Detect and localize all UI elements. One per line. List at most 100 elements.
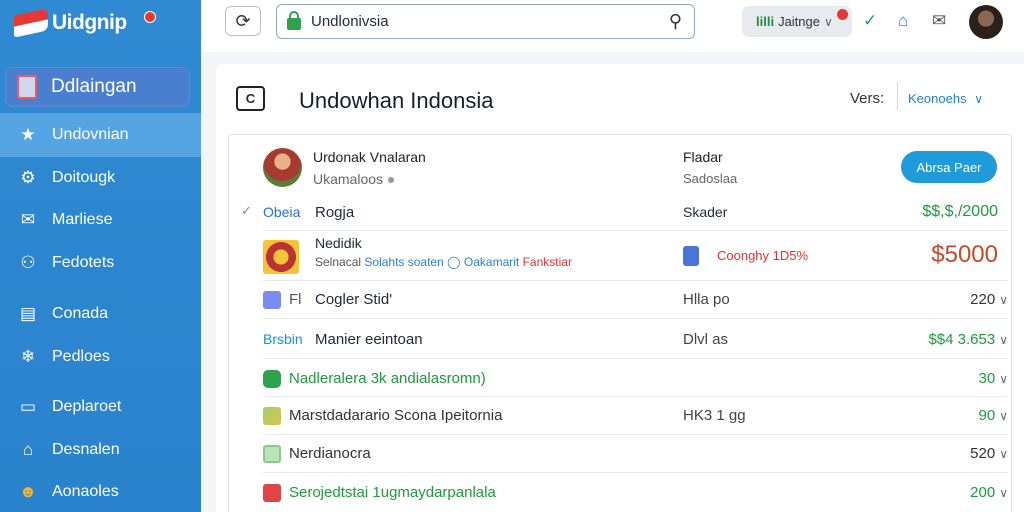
row-title: Nedidik xyxy=(315,235,362,251)
table-row[interactable]: Brsbin Manier eeintoan Dlvl as $$4 3.653… xyxy=(263,319,1008,359)
row-label: Serojedtstai 1ugmaydarpanlala xyxy=(289,484,496,501)
row-prefix: Obeia xyxy=(263,204,301,220)
thumbnail-icon xyxy=(263,240,299,274)
row-label: Cogler Stid' xyxy=(315,291,393,308)
table-row[interactable]: Nadleralera 3k andialasromn) 30 ∨ xyxy=(263,359,1008,397)
row-icon-label: Fl xyxy=(289,291,302,308)
row-amount: 30 xyxy=(978,370,996,387)
flag-icon xyxy=(14,8,48,38)
version-label: Vers: xyxy=(850,90,885,107)
avatar[interactable] xyxy=(263,148,302,187)
sidebar-item-label: Fedotets xyxy=(52,254,115,271)
chevron-down-icon[interactable]: ∨ xyxy=(999,409,1008,423)
sidebar-item-label: Doitougk xyxy=(52,169,116,186)
sidebar-item-label: Desnalen xyxy=(52,441,120,458)
page-title: Undowhan Indonsia xyxy=(299,88,494,113)
sidebar-item-deplaroet[interactable]: ▭ Deplaroet xyxy=(0,385,201,429)
app-icon: C xyxy=(236,86,265,111)
row-mid: Coonghy 1D5% xyxy=(717,248,809,263)
row-amount-wrap: $$4 3.653 ∨ xyxy=(928,331,1008,348)
sidebar-item-desnalen[interactable]: ⌂ Desnalen xyxy=(0,428,201,472)
row-amount-wrap: 220 ∨ xyxy=(970,291,1008,308)
check-icon[interactable]: ✓ xyxy=(863,11,877,31)
sidebar-item-marliese[interactable]: ✉ Marliese xyxy=(0,198,201,242)
star-icon: ★ xyxy=(20,125,36,144)
profile-row: Urdonak Vnalaran Ukamaloos ● Fladar Sado… xyxy=(263,135,1008,197)
book-icon xyxy=(17,75,37,99)
table-row[interactable]: ✓ Obeia Rogja Skader $$,$,/2000 xyxy=(241,197,1008,231)
pill-prefix: lilli xyxy=(756,14,775,29)
row-sub: Selnacal Solahts soaten ◯ Oakamarit Fank… xyxy=(315,255,572,269)
row-amount-wrap: 520 ∨ xyxy=(970,445,1008,462)
refresh-button[interactable]: ⟳ xyxy=(225,6,261,36)
sidebar-item-label: Pedloes xyxy=(52,348,110,365)
sidebar-item-label: Undovnian xyxy=(52,126,129,143)
row-mid: Skader xyxy=(683,204,728,220)
row-amount-wrap: 90 ∨ xyxy=(979,407,1008,424)
document-icon xyxy=(683,246,699,266)
row-amount-wrap: 30 ∨ xyxy=(979,370,1008,387)
row-sub-icon: ◯ xyxy=(447,255,461,269)
row-label: Manier eeintoan xyxy=(315,331,423,348)
chevron-down-icon[interactable]: ∨ xyxy=(999,372,1008,386)
row-sub-1: Selnacal xyxy=(315,255,362,269)
divider xyxy=(897,82,898,110)
sidebar: Uidgnip Ddlaingan ★ Undovnian ⚙ Doitougk… xyxy=(0,0,201,512)
lock-icon xyxy=(287,10,301,30)
sidebar-item-conada[interactable]: ▤ Conada xyxy=(0,292,201,336)
sidebar-item-doitougk[interactable]: ⚙ Doitougk xyxy=(0,156,201,200)
screen-icon: ▭ xyxy=(19,397,37,416)
row-prefix: Brsbin xyxy=(263,331,303,347)
brand-logo[interactable]: Uidgnip xyxy=(14,6,156,40)
row-label: Rogja xyxy=(315,204,355,221)
table-row[interactable]: Nedidik Selnacal Solahts soaten ◯ Oakama… xyxy=(263,231,1008,281)
info-icon: ● xyxy=(386,171,396,187)
row-amount: $5000 xyxy=(931,241,998,268)
search-value: Undlonivsia xyxy=(311,13,389,30)
sidebar-header[interactable]: Ddlaingan xyxy=(5,67,190,107)
version-select[interactable]: Keonoehs ∨ xyxy=(908,91,983,106)
profile-mid-label: Fladar xyxy=(683,149,723,165)
main-content: C Undowhan Indonsia Vers: Keonoehs ∨ Urd… xyxy=(216,64,1024,512)
avatar[interactable] xyxy=(969,5,1003,39)
mail-badge-icon xyxy=(263,484,281,502)
sidebar-item-fedotets[interactable]: ⚇ Fedotets xyxy=(0,241,201,285)
mail-icon: ✉ xyxy=(20,210,36,229)
table-row[interactable]: Fl Cogler Stid' Hlla po 220 ∨ xyxy=(263,281,1008,319)
profile-sub-text: Ukamaloos xyxy=(313,171,384,187)
chevron-down-icon[interactable]: ∨ xyxy=(999,333,1008,347)
sidebar-header-label: Ddlaingan xyxy=(51,76,137,97)
search-icon[interactable]: ⚲ xyxy=(669,11,682,32)
profile-name: Urdonak Vnalaran xyxy=(313,149,426,165)
sidebar-item-pedloes[interactable]: ❄ Pedloes xyxy=(0,335,201,379)
chevron-down-icon: ∨ xyxy=(823,14,833,29)
chevron-down-icon[interactable]: ∨ xyxy=(999,447,1008,461)
row-amount: 220 xyxy=(970,291,996,308)
table-row[interactable]: Marstdadarario Scona Ipeitornia HK3 1 gg… xyxy=(263,397,1008,435)
profile-mid-sub: Sadoslaa xyxy=(683,171,738,186)
row-mid: HK3 1 gg xyxy=(683,407,746,424)
image-icon xyxy=(263,407,281,425)
data-table: Urdonak Vnalaran Ukamaloos ● Fladar Sado… xyxy=(228,134,1012,512)
notification-dot xyxy=(837,9,848,20)
check-icon: ✓ xyxy=(241,203,252,218)
home-icon[interactable]: ⌂ xyxy=(898,11,908,31)
brand-name: Uidgnip xyxy=(52,11,127,34)
search-input[interactable]: Undlonivsia ⚲ xyxy=(276,4,695,39)
table-row[interactable]: Nerdianocra 520 ∨ xyxy=(263,435,1008,473)
topbar: ⟳ Undlonivsia ⚲ lilli Jaitnge ∨ ✓ ⌂ ✉ xyxy=(201,0,1024,52)
row-sub-4: Fankstiar xyxy=(522,255,572,269)
row-label: Nerdianocra xyxy=(289,445,371,462)
mail-icon[interactable]: ✉ xyxy=(932,11,946,31)
check-badge-icon xyxy=(263,370,281,388)
table-row[interactable]: Serojedtstai 1ugmaydarpanlala 200 ∨ xyxy=(263,473,1008,512)
photo-icon xyxy=(263,445,281,463)
chevron-down-icon[interactable]: ∨ xyxy=(999,293,1008,307)
profile-pill[interactable]: lilli Jaitnge ∨ xyxy=(742,6,852,37)
chevron-down-icon[interactable]: ∨ xyxy=(999,486,1008,500)
primary-button[interactable]: Abrsa Paer xyxy=(901,151,997,183)
sidebar-item-aonaoles[interactable]: ☻ Aonaoles xyxy=(0,470,201,512)
row-amount-wrap: 200 ∨ xyxy=(970,484,1008,501)
sidebar-item-undovnian[interactable]: ★ Undovnian xyxy=(0,113,201,157)
snowflake-icon: ❄ xyxy=(20,347,36,366)
